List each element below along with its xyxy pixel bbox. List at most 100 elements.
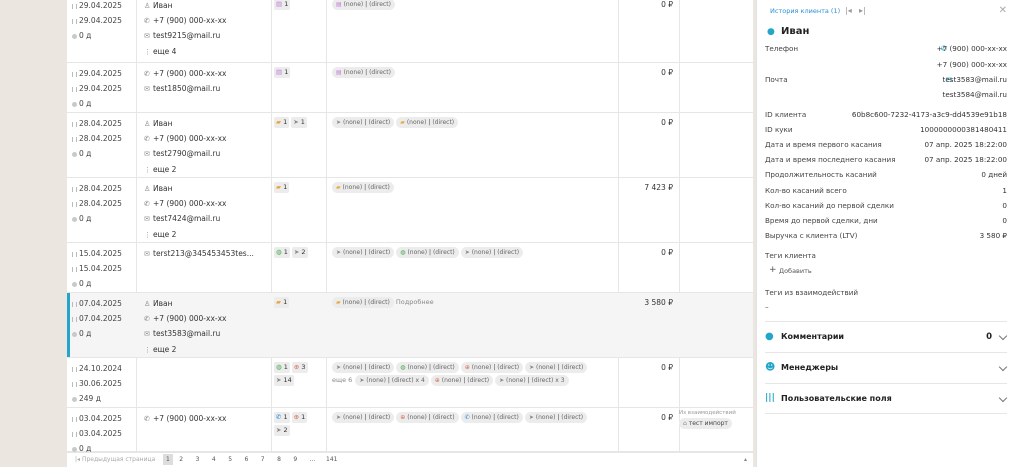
plus-icon[interactable]: + xyxy=(769,265,777,275)
more-contacts-link[interactable]: ⋮ еще 4 xyxy=(144,44,269,59)
source-tag[interactable]: ➤ (none) | (direct) xyxy=(332,117,395,128)
channel-count-badge[interactable]: ➤ 1 xyxy=(291,117,307,128)
source-tag[interactable]: ◍ (none) | (direct) xyxy=(396,247,459,258)
source-tag[interactable]: ▰ (none) | (direct) xyxy=(332,297,394,308)
client-tag[interactable]: ⌂ тест импорт xyxy=(679,418,732,429)
previous-page-button[interactable]: |◂ Предыдущая страница xyxy=(75,456,155,463)
more-contacts-link[interactable]: ⋮ еще 2 xyxy=(144,342,269,357)
date-line: 0 д xyxy=(72,96,140,111)
page-button[interactable]: ... xyxy=(310,456,316,463)
first-page-icon[interactable]: |◂ xyxy=(845,6,852,15)
source-tag[interactable]: ➤ (none) | (direct) xyxy=(460,247,524,258)
sources-cell: ➤ (none) | (direct) ◍ (none) | (direct) ➤ … xyxy=(332,245,616,258)
more-contacts-link[interactable]: ⋮ еще 2 xyxy=(144,162,269,177)
phone-value-2[interactable]: +7 (900) 000-xx-xx xyxy=(937,60,1007,69)
email-text: test3583@mail.ru xyxy=(153,329,221,339)
history-link[interactable]: История клиента (1) xyxy=(770,7,840,15)
calendar-icon xyxy=(72,316,77,322)
source-tag[interactable]: ➤ (none) | (direct) xyxy=(332,412,395,423)
date-line: 0 д xyxy=(72,276,140,291)
field-value: 1000000000381480411 xyxy=(920,125,1007,135)
page-button[interactable]: 9 xyxy=(293,456,297,463)
more-sources-link[interactable]: еще 6 xyxy=(332,376,352,384)
source-tag[interactable]: ✆ (none) | (direct) xyxy=(460,412,523,423)
table-row[interactable]: 24.10.2024 30.06.2025 249 д ◍ 1 ⊕ 3➤ 14 ➤ (no… xyxy=(67,358,753,408)
source-tag[interactable]: ▰ (none) | (direct) xyxy=(396,117,459,128)
date-line: 0 д xyxy=(72,211,140,226)
table-row[interactable]: 28.04.2025 28.04.2025 0 д ♙ Иван ✆ +7 (900) 00… xyxy=(67,113,753,178)
name-text: Иван xyxy=(153,1,173,10)
chevron-down-icon[interactable] xyxy=(998,362,1008,372)
source-tag[interactable]: ⊕ (none) | (direct) xyxy=(396,412,459,423)
page-button[interactable]: 8 xyxy=(277,456,281,463)
source-tag[interactable]: ➤ (none) | (direct) xyxy=(332,247,395,258)
source-tag[interactable]: ▤ (none) | (direct) xyxy=(332,67,395,78)
page-button[interactable]: 6 xyxy=(245,456,249,463)
pagination: |◂ Предыдущая страница 1 2 3 4 5 6 7 8 9... 141 ▴ xyxy=(67,452,753,467)
source-tag[interactable]: ➤ (none) | (direct) xyxy=(524,412,588,423)
phone-value-1[interactable]: +7 (900) 000-xx-xx xyxy=(937,44,1007,53)
source-tag[interactable]: ◍ (none) | (direct) xyxy=(396,362,459,373)
revenue-cell: 0 ₽ xyxy=(661,118,673,127)
channel-count-badge[interactable]: ⊕ 1 xyxy=(291,412,308,423)
page-button[interactable]: 5 xyxy=(228,456,232,463)
channel-count-badge[interactable]: ➤ 2 xyxy=(274,425,290,436)
source-tag[interactable]: ➤ (none) | (direct) xyxy=(525,362,588,373)
next-page-icon[interactable]: ▴ xyxy=(744,456,747,463)
channel-count-badge[interactable]: ▤ 1 xyxy=(274,0,291,10)
add-tag-button[interactable]: Добавить xyxy=(779,267,812,275)
page-button[interactable]: 2 xyxy=(179,456,183,463)
page-button[interactable]: 1 xyxy=(163,454,173,465)
contact-cell: ♙ Иван ✆ +7 (900) 000-xx-xx ✉ test7424@mail.r… xyxy=(144,181,269,242)
table-row[interactable]: 15.04.2025 15.04.2025 0 д ✉ terst213@3454534… xyxy=(67,243,753,293)
source-tag[interactable]: ➤ (none) | (direct) x 3 xyxy=(495,375,569,386)
channel-count-badge[interactable]: ➤ 2 xyxy=(291,247,308,258)
page-button[interactable]: 4 xyxy=(212,456,216,463)
page-button[interactable]: 7 xyxy=(261,456,265,463)
source-tag[interactable]: ▰ (none) | (direct) xyxy=(332,182,394,193)
channel-count-badge[interactable]: ▰ 1 xyxy=(274,117,290,128)
last-page-icon[interactable]: ▸| xyxy=(859,6,866,15)
channel-count-badge[interactable]: ➤ 14 xyxy=(274,375,294,386)
comments-section-title[interactable]: Комментарии xyxy=(781,332,844,341)
details-link[interactable]: Подробнее xyxy=(396,298,434,306)
field-value: 07 апр. 2025 18:22:00 xyxy=(924,155,1007,165)
close-icon[interactable]: ✕ xyxy=(999,5,1007,16)
source-value: (none) xyxy=(342,249,363,256)
channel-count-badge[interactable]: ▰ 1 xyxy=(274,297,290,308)
calendar-icon xyxy=(72,381,77,387)
table-row[interactable]: 03.04.2025 03.04.2025 0 д ✆ +7 (900) 000-xx-… xyxy=(67,408,753,452)
page-button[interactable]: 3 xyxy=(196,456,200,463)
channel-count-badge[interactable]: ⊕ 3 xyxy=(291,362,308,373)
left-background xyxy=(0,0,67,467)
more-contacts-link[interactable]: ⋮ еще 2 xyxy=(144,227,269,242)
table-row[interactable]: 28.04.2025 28.04.2025 0 д ♙ Иван ✆ +7 (900) 00… xyxy=(67,178,753,243)
channel-count-badge[interactable]: ▰ 1 xyxy=(274,182,290,193)
channel-count-badge[interactable]: ▤ 1 xyxy=(274,67,291,78)
table-row[interactable]: 07.04.2025 07.04.2025 0 д ♙ Иван ✆ +7 (900) 00… xyxy=(67,293,753,358)
custom-fields-section-title[interactable]: Пользовательские поля xyxy=(781,394,892,403)
email-value-1[interactable]: test3583@mail.ru xyxy=(943,75,1007,84)
managers-section-title[interactable]: Менеджеры xyxy=(781,363,838,372)
table-row[interactable]: 29.04.2025 29.04.2025 0 д ♙ Иван ✆ +7 (900) 00… xyxy=(67,0,753,63)
source-tag[interactable]: ➤ (none) | (direct) x 4 xyxy=(355,375,429,386)
chevron-down-icon[interactable] xyxy=(998,331,1008,341)
source-tag[interactable]: ⊕ (none) | (direct) xyxy=(430,375,494,386)
date-line: 28.04.2025 xyxy=(72,196,140,211)
source-tag[interactable]: ➤ (none) | (direct) xyxy=(332,362,395,373)
phone-icon: ✆ xyxy=(144,17,150,26)
email-value-2[interactable]: test3584@mail.ru xyxy=(943,90,1007,99)
source-tag[interactable]: ▤ (none) | (direct) xyxy=(332,0,395,10)
user-icon: ● xyxy=(767,27,775,37)
page-button[interactable]: 141 xyxy=(326,456,337,463)
name-text: Иван xyxy=(153,184,173,193)
interaction-tags-value: – xyxy=(765,302,769,311)
source-tag[interactable]: ⊕ (none) | (direct) xyxy=(460,362,524,373)
channel-count-badge[interactable]: ◍ 1 xyxy=(274,362,290,373)
channel-count-badge[interactable]: ◍ 1 xyxy=(274,247,290,258)
contact-email: ✉ test9215@mail.ru xyxy=(144,28,269,43)
table-row[interactable]: 29.04.2025 29.04.2025 0 д ✆ +7 (900) 000-xx-… xyxy=(67,63,753,113)
phone-icon: ✆ xyxy=(144,315,150,324)
chevron-down-icon[interactable] xyxy=(998,393,1008,403)
channel-count-badge[interactable]: ✆ 1 xyxy=(274,412,290,423)
